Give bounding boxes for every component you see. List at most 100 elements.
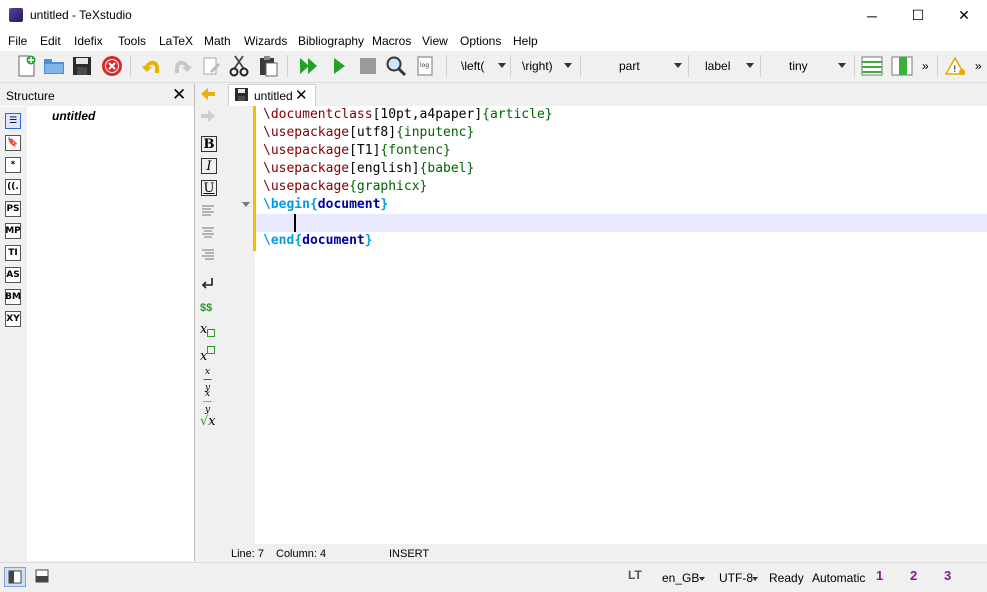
sectioning-combo[interactable]: part xyxy=(586,55,686,77)
toolbar-overflow-button[interactable]: » xyxy=(922,59,929,73)
text-cursor xyxy=(294,214,296,232)
compile-mode-status[interactable]: Automatic xyxy=(812,571,865,585)
structure-root-item[interactable]: untitled xyxy=(52,109,95,123)
italic-icon[interactable]: I xyxy=(201,158,217,174)
menu-tools[interactable]: Tools xyxy=(118,34,146,48)
toggle-structure-icon[interactable] xyxy=(4,567,26,587)
column-indicator: Column: 4 xyxy=(276,548,327,560)
new-file-icon[interactable] xyxy=(14,54,38,78)
menu-options[interactable]: Options xyxy=(460,34,501,48)
code-line-1[interactable]: \documentclass[10pt,a4paper]{article} xyxy=(263,106,553,124)
left-delimiter-combo[interactable]: \left( xyxy=(452,55,510,77)
beamer-icon[interactable]: BM xyxy=(5,289,21,305)
latex-end: \end xyxy=(263,233,295,248)
align-right-icon[interactable] xyxy=(201,247,215,264)
save-icon[interactable] xyxy=(70,54,94,78)
redo-icon[interactable] xyxy=(170,54,194,78)
stop-compile-icon[interactable] xyxy=(356,54,380,78)
menu-help[interactable]: Help xyxy=(513,34,538,48)
fold-toggle-icon[interactable] xyxy=(242,202,250,207)
back-icon[interactable] xyxy=(201,88,215,100)
structure-view-icon[interactable]: ☰ xyxy=(5,113,21,129)
code-line-6[interactable]: \begin{document} xyxy=(263,196,388,214)
tikz-icon[interactable]: TI xyxy=(5,245,21,261)
code-line-3[interactable]: \usepackage[T1]{fontenc} xyxy=(263,142,451,160)
close-icon[interactable]: ✕ xyxy=(295,86,308,104)
close-window-button[interactable]: ✕ xyxy=(941,0,987,31)
svg-text:!: ! xyxy=(953,65,957,75)
reference-combo[interactable]: label xyxy=(692,55,758,77)
inline-math-icon[interactable]: $$ xyxy=(200,302,212,314)
texstudio-app-icon xyxy=(9,8,23,22)
undo-icon[interactable] xyxy=(140,54,164,78)
document-tab-bar xyxy=(222,84,987,106)
pstricks-icon[interactable]: PS xyxy=(5,201,21,217)
cut-icon[interactable] xyxy=(227,54,251,78)
menu-view[interactable]: View xyxy=(422,34,448,48)
insert-mode-indicator: INSERT xyxy=(389,548,430,560)
font-size-combo[interactable]: tiny xyxy=(764,55,850,77)
menu-macros[interactable]: Macros xyxy=(372,34,411,48)
close-document-icon[interactable] xyxy=(100,54,124,78)
open-file-icon[interactable] xyxy=(42,54,66,78)
toolbar-separator xyxy=(854,55,855,77)
latex-command: \usepackage xyxy=(263,125,350,140)
menu-wizards[interactable]: Wizards xyxy=(244,34,287,48)
latex-option: [T1] xyxy=(349,143,381,158)
menu-file[interactable]: File xyxy=(8,34,27,48)
xymatrix-icon[interactable]: XY xyxy=(5,311,21,327)
main-toolbar: log \left( \right) part label tiny » ! » xyxy=(0,51,987,83)
toolbar-overflow-button[interactable]: » xyxy=(975,59,982,73)
view-log-icon[interactable]: log xyxy=(413,54,437,78)
tab-untitled[interactable]: untitled ✕ xyxy=(228,84,316,107)
compile-icon[interactable] xyxy=(327,54,351,78)
chevron-down-icon xyxy=(746,63,754,68)
spellcheck-language[interactable]: en_GB xyxy=(662,571,699,585)
square-root-icon[interactable]: √x xyxy=(200,414,216,429)
close-icon[interactable]: ✕ xyxy=(172,85,186,105)
new-line-icon[interactable] xyxy=(201,276,215,293)
code-line-2[interactable]: \usepackage[utf8]{inputenc} xyxy=(263,124,474,142)
asymptote-icon[interactable]: AS xyxy=(5,267,21,283)
code-line-5[interactable]: \usepackage{graphicx} xyxy=(263,178,427,196)
menu-math[interactable]: Math xyxy=(204,34,231,48)
reference-label: label xyxy=(705,59,731,73)
superscript-icon[interactable]: x xyxy=(200,346,216,364)
menu-idefix[interactable]: Idefix xyxy=(74,34,103,48)
languagetool-indicator[interactable]: LT xyxy=(628,568,642,582)
bookmark-3-icon[interactable]: 3 xyxy=(944,568,960,586)
menu-edit[interactable]: Edit xyxy=(40,34,61,48)
view-pdf-icon[interactable] xyxy=(384,54,408,78)
latex-option: [utf8] xyxy=(349,125,397,140)
chevron-down-icon xyxy=(838,63,846,68)
forward-icon[interactable] xyxy=(201,110,215,122)
bookmarks-icon[interactable]: 🔖 xyxy=(5,135,21,151)
right-delimiter-combo[interactable]: \right) xyxy=(514,55,576,77)
bold-icon[interactable]: B xyxy=(201,136,217,152)
bookmark-2-icon[interactable]: 2 xyxy=(910,568,926,586)
warning-icon[interactable]: ! xyxy=(944,54,968,78)
paste-icon[interactable] xyxy=(256,54,280,78)
align-left-icon[interactable] xyxy=(201,203,215,220)
edit-document-icon[interactable] xyxy=(199,54,223,78)
build-and-view-icon[interactable] xyxy=(297,54,321,78)
table-icon[interactable] xyxy=(860,54,884,78)
symbols-icon[interactable]: * xyxy=(5,157,21,173)
display-fraction-icon[interactable]: x — y xyxy=(203,390,212,415)
minimize-button[interactable]: ─ xyxy=(849,0,895,31)
toggle-messages-icon[interactable] xyxy=(32,567,54,587)
underline-icon[interactable]: U xyxy=(201,180,217,196)
subscript-icon[interactable]: x xyxy=(200,322,216,337)
table-columns-icon[interactable] xyxy=(890,54,914,78)
maximize-button[interactable]: ☐ xyxy=(895,0,941,31)
align-center-icon[interactable] xyxy=(201,225,215,242)
bookmark-1-icon[interactable]: 1 xyxy=(876,568,892,586)
code-line-4[interactable]: \usepackage[english]{babel} xyxy=(263,160,474,178)
delimiters-icon[interactable]: ((. xyxy=(5,179,21,195)
encoding-indicator[interactable]: UTF-8 xyxy=(719,571,753,585)
sectioning-label: part xyxy=(619,59,640,73)
menu-latex[interactable]: LaTeX xyxy=(159,34,193,48)
menu-bibliography[interactable]: Bibliography xyxy=(298,34,364,48)
metapost-icon[interactable]: MP xyxy=(5,223,21,239)
code-line-8[interactable]: \end{document} xyxy=(263,232,373,250)
